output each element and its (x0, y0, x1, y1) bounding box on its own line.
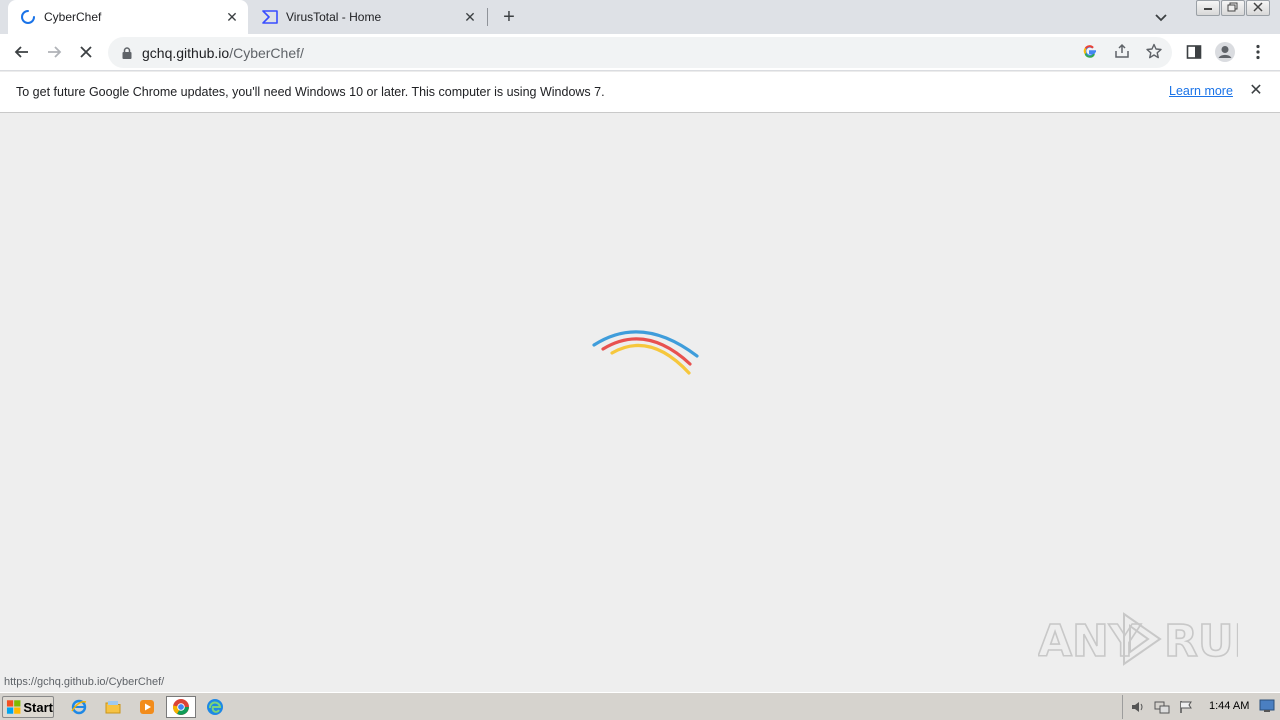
system-tray (1122, 695, 1278, 719)
tab-title: VirusTotal - Home (286, 10, 382, 24)
network-icon[interactable] (1153, 699, 1171, 715)
tab-strip: CyberChef ✕ VirusTotal - Home ✕ + (0, 0, 1280, 34)
stop-loading-icon (80, 46, 92, 58)
tab-search-button[interactable] (1152, 8, 1170, 26)
forward-button[interactable] (42, 40, 66, 64)
menu-button[interactable] (1246, 40, 1270, 64)
tab-cyberchef[interactable]: CyberChef ✕ (8, 0, 248, 34)
taskbar-internet-explorer[interactable] (64, 696, 94, 718)
start-button[interactable]: Start (2, 696, 54, 718)
address-bar[interactable]: gchq.github.io/CyberChef/ (108, 37, 1172, 68)
taskbar-chrome[interactable] (166, 696, 196, 718)
windows-taskbar: Start 1:44 AM (0, 692, 1280, 720)
edge-icon (207, 699, 223, 715)
volume-icon[interactable] (1129, 699, 1147, 715)
taskbar-media-player[interactable] (132, 696, 162, 718)
tab-title: CyberChef (44, 10, 102, 24)
chrome-icon (172, 699, 189, 715)
url-host: gchq.github.io (142, 44, 230, 61)
anyrun-watermark: ANY RUN (1038, 612, 1238, 668)
url-path: /CyberChef/ (229, 44, 304, 61)
share-icon (1115, 43, 1129, 58)
page-content (0, 113, 1280, 692)
new-tab-button[interactable]: + (499, 7, 519, 27)
back-arrow-icon (14, 46, 28, 58)
loading-spinner-icon (20, 9, 36, 25)
chevron-down-icon (1155, 14, 1167, 22)
side-panel-button[interactable] (1182, 40, 1206, 64)
profile-icon (1215, 42, 1235, 62)
loader-arc-yellow (610, 343, 691, 375)
virustotal-icon (262, 9, 278, 25)
taskbar-edge[interactable] (200, 696, 230, 718)
bookmark-button[interactable] (1145, 42, 1163, 60)
rainbow-loader (592, 330, 699, 375)
show-desktop-icon[interactable] (1259, 699, 1275, 713)
window-controls (1196, 0, 1270, 18)
minimize-icon (1204, 8, 1212, 10)
infobar-close-button[interactable]: ✕ (1248, 83, 1264, 99)
learn-more-link[interactable]: Learn more (1169, 84, 1233, 98)
media-player-icon (140, 700, 154, 714)
tab-separator (487, 8, 488, 26)
star-icon (1146, 43, 1162, 59)
stop-button[interactable] (74, 40, 98, 64)
close-icon (1253, 2, 1263, 12)
internet-explorer-icon (71, 699, 87, 715)
restore-button[interactable] (1221, 0, 1245, 16)
windows-logo-icon (6, 700, 21, 714)
restore-icon (1227, 2, 1238, 12)
minimize-button[interactable] (1196, 0, 1220, 16)
watermark-text-left: ANY (1038, 616, 1142, 667)
update-infobar: To get future Google Chrome updates, you… (0, 72, 1280, 113)
browser-toolbar: gchq.github.io/CyberChef/ (0, 34, 1280, 71)
status-bubble: https://gchq.github.io/CyberChef/ (0, 675, 169, 692)
taskbar-clock[interactable]: 1:44 AM (1209, 700, 1249, 712)
kebab-menu-icon (1256, 44, 1260, 60)
lock-icon[interactable] (120, 46, 134, 60)
tab-virustotal[interactable]: VirusTotal - Home ✕ (250, 0, 486, 34)
watermark-text-right: RUN (1164, 616, 1238, 667)
tab-close-button[interactable]: ✕ (224, 9, 240, 25)
profile-button[interactable] (1213, 40, 1237, 64)
share-button[interactable] (1113, 42, 1131, 60)
infobar-message: To get future Google Chrome updates, you… (16, 85, 605, 99)
taskbar-file-explorer[interactable] (98, 696, 128, 718)
start-label: Start (23, 699, 53, 715)
google-lens-button[interactable] (1081, 42, 1099, 60)
forward-arrow-icon (48, 46, 62, 58)
google-icon (1083, 45, 1096, 58)
close-window-button[interactable] (1246, 0, 1270, 16)
side-panel-icon (1186, 45, 1202, 59)
action-center-flag-icon[interactable] (1177, 699, 1195, 715)
tab-close-button[interactable]: ✕ (462, 9, 478, 25)
file-explorer-icon (105, 701, 121, 714)
back-button[interactable] (10, 40, 34, 64)
